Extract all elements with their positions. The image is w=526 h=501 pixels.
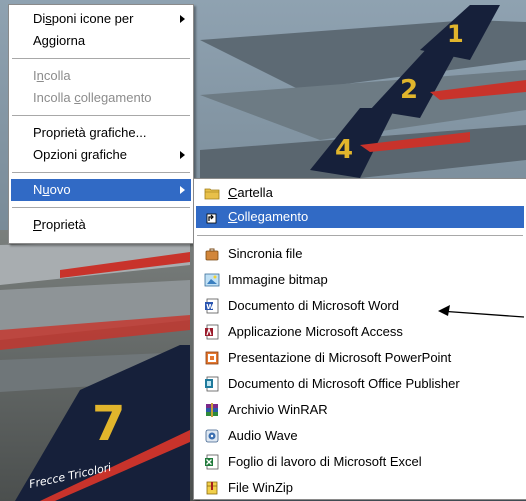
menu-separator xyxy=(12,207,190,208)
tail-number-2: 2 xyxy=(400,75,418,105)
new-submenu: Cartella Collegamento Sincronia file Imm… xyxy=(193,178,526,500)
access-icon xyxy=(204,324,220,340)
tail-number-1: 1 xyxy=(447,20,464,48)
submenu-item-immagine-bitmap[interactable]: Immagine bitmap xyxy=(196,269,524,291)
word-icon: W xyxy=(204,298,220,314)
shortcut-icon xyxy=(204,209,220,225)
menu-separator xyxy=(197,235,523,236)
submenu-arrow-icon xyxy=(180,15,185,23)
svg-text:W: W xyxy=(206,303,214,311)
menu-item-incolla-collegamento[interactable]: Incolla collegamento xyxy=(11,87,191,109)
menu-item-proprieta[interactable]: Proprietà xyxy=(11,214,191,236)
tail-number-4: 4 xyxy=(335,135,353,165)
excel-icon xyxy=(204,454,220,470)
menu-separator xyxy=(12,172,190,173)
submenu-item-presentazione-powerpoint[interactable]: Presentazione di Microsoft PowerPoint xyxy=(196,347,524,369)
submenu-item-sincronia-file[interactable]: Sincronia file xyxy=(196,243,524,265)
annotation-arrow-icon xyxy=(438,305,525,318)
desktop-context-menu: Disponi icone per Aggiorna Incolla Incol… xyxy=(8,4,194,244)
submenu-arrow-icon xyxy=(180,151,185,159)
menu-item-nuovo[interactable]: Nuovo xyxy=(11,179,191,201)
menu-item-opzioni-grafiche[interactable]: Opzioni grafiche xyxy=(11,144,191,166)
menu-item-aggiorna[interactable]: Aggiorna xyxy=(11,30,191,52)
menu-separator xyxy=(12,58,190,59)
bitmap-icon xyxy=(204,272,220,288)
menu-item-proprieta-grafiche[interactable]: Proprietà grafiche... xyxy=(11,122,191,144)
briefcase-icon xyxy=(204,246,220,262)
folder-icon xyxy=(204,185,220,201)
menu-item-incolla[interactable]: Incolla xyxy=(11,65,191,87)
wave-audio-icon xyxy=(204,428,220,444)
submenu-item-archivio-winrar[interactable]: Archivio WinRAR xyxy=(196,399,524,421)
submenu-item-foglio-excel[interactable]: Foglio di lavoro di Microsoft Excel xyxy=(196,451,524,473)
menu-item-disponi-icone[interactable]: Disponi icone per xyxy=(11,8,191,30)
submenu-item-audio-wave[interactable]: Audio Wave xyxy=(196,425,524,447)
submenu-item-file-winzip[interactable]: File WinZip xyxy=(196,477,524,499)
powerpoint-icon xyxy=(204,350,220,366)
submenu-item-collegamento[interactable]: Collegamento xyxy=(196,206,524,228)
submenu-item-documento-publisher[interactable]: Documento di Microsoft Office Publisher xyxy=(196,373,524,395)
publisher-icon xyxy=(204,376,220,392)
winrar-icon xyxy=(204,402,220,418)
submenu-arrow-icon xyxy=(180,186,185,194)
menu-separator xyxy=(12,115,190,116)
winzip-icon xyxy=(204,480,220,496)
tail-number-7: 7 xyxy=(92,396,125,452)
submenu-item-cartella[interactable]: Cartella xyxy=(196,182,524,204)
